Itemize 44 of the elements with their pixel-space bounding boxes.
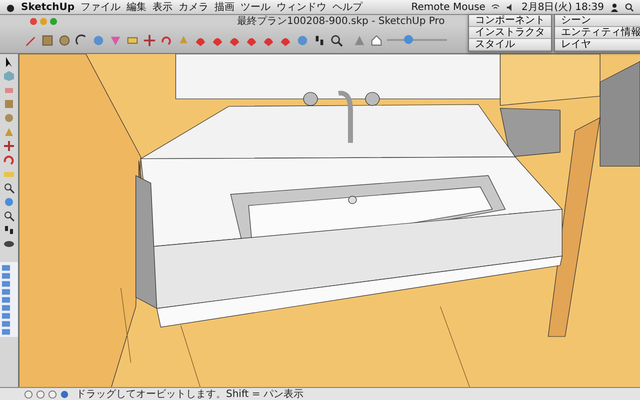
palette-item[interactable]: レイヤ — [555, 39, 640, 51]
move-tool-icon[interactable] — [3, 140, 15, 152]
status-menu-item[interactable]: Remote Mouse — [411, 2, 486, 12]
minimize-button[interactable] — [40, 18, 47, 24]
slider-thumb[interactable] — [404, 35, 413, 44]
zoom-button[interactable] — [50, 18, 57, 24]
wifi-icon[interactable] — [491, 2, 500, 12]
circle-tool-icon[interactable] — [58, 34, 71, 46]
menu-item[interactable]: 編集 — [126, 0, 146, 14]
app-menu[interactable]: SketchUp — [21, 2, 74, 12]
menu-clock[interactable]: 2月8日(火) 18:39 — [521, 0, 604, 14]
close-button[interactable] — [30, 18, 37, 24]
menu-item[interactable]: ヘルプ — [332, 0, 362, 14]
dot-tool-icon[interactable] — [296, 34, 309, 46]
palette-item[interactable]: スタイル — [469, 39, 551, 51]
circle-icon[interactable] — [24, 390, 33, 398]
circle-tool-icon[interactable] — [3, 112, 15, 124]
circle-icon[interactable] — [48, 390, 57, 398]
house-icon[interactable] — [370, 34, 383, 46]
palette-item[interactable]: シーン — [555, 15, 640, 27]
circle-icon[interactable] — [36, 390, 45, 398]
menu-item[interactable]: ウィンドウ — [276, 0, 326, 14]
user-icon[interactable] — [610, 2, 619, 12]
dot-tool-icon[interactable] — [92, 34, 105, 46]
search-icon[interactable] — [330, 34, 343, 46]
status-hint: ドラッグしてオービットします。Shift = パン表示 — [76, 388, 304, 400]
arc-tool-icon[interactable] — [75, 34, 88, 46]
menu-item[interactable]: カメラ — [178, 0, 208, 14]
rotate-tool-icon[interactable] — [3, 154, 15, 166]
menu-item[interactable]: 表示 — [152, 0, 172, 14]
palette-item[interactable]: コンポーネント — [469, 15, 551, 27]
help-icon[interactable] — [60, 390, 69, 398]
menu-item[interactable]: ツール — [240, 0, 270, 14]
palette-item[interactable]: インストラクタ — [469, 27, 551, 39]
apple-icon[interactable] — [6, 2, 15, 12]
rotate-tool-icon[interactable] — [160, 34, 173, 46]
menu-item[interactable]: 描画 — [214, 0, 234, 14]
window-title: 最終プラン100208-900.skp - SketchUp Pro — [237, 14, 445, 28]
menu-item[interactable]: ファイル — [80, 0, 120, 14]
footprints-icon[interactable] — [313, 34, 326, 46]
search-tool-icon[interactable] — [3, 182, 15, 194]
move-tool-icon[interactable] — [143, 34, 156, 46]
search-icon[interactable] — [625, 2, 634, 12]
search-tool-icon[interactable] — [3, 210, 15, 222]
